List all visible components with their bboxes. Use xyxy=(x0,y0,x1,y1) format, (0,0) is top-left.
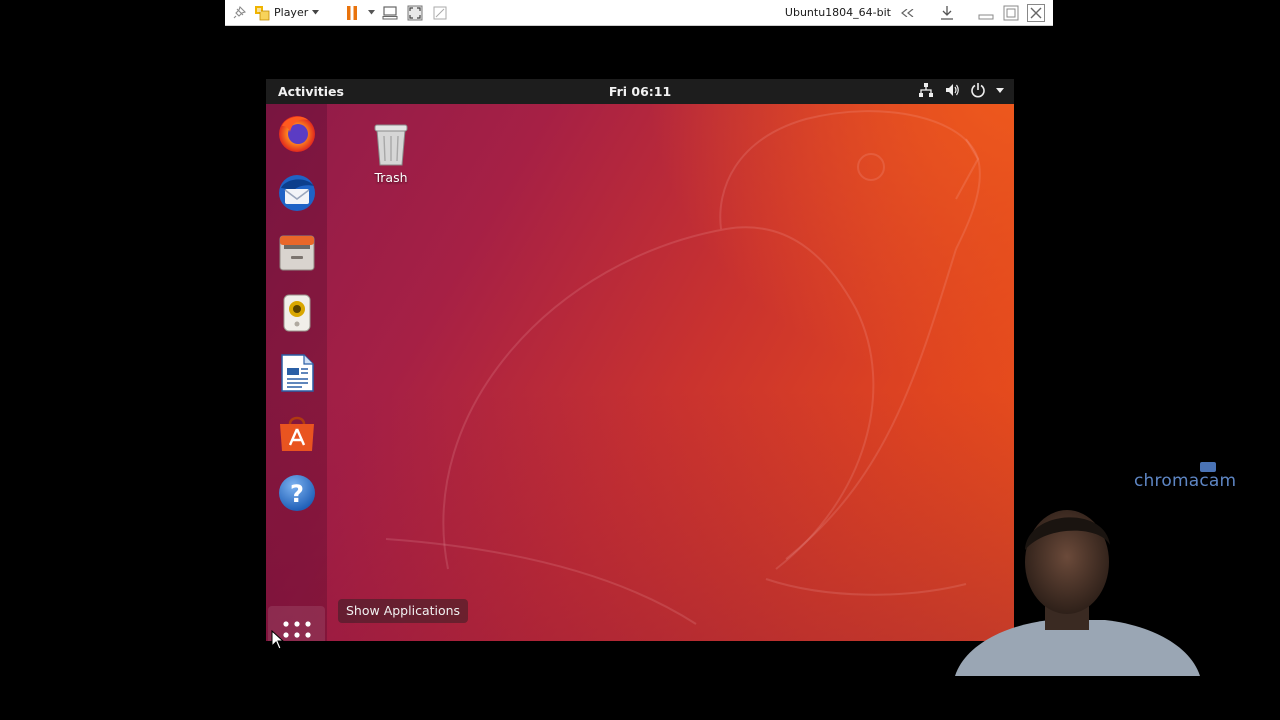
close-icon xyxy=(1027,3,1045,22)
screen: Player Ubuntu1804_64-bit Activities Fri … xyxy=(0,0,1280,720)
desktop-icon-label: Trash xyxy=(374,170,408,185)
activities-button[interactable]: Activities xyxy=(278,84,344,99)
webcam-presenter xyxy=(955,510,1200,676)
clock-container: Fri 06:11 xyxy=(266,84,1014,99)
files-icon xyxy=(279,235,315,271)
double-chevron-left-icon xyxy=(901,8,914,17)
maximize-icon xyxy=(1003,5,1019,20)
help-icon: ? xyxy=(279,475,315,511)
dock-item-firefox[interactable] xyxy=(275,111,319,155)
minimize-icon xyxy=(978,14,994,19)
network-icon xyxy=(919,83,933,97)
fullscreen-icon xyxy=(407,5,423,20)
close-button[interactable] xyxy=(1025,2,1047,24)
monitor-keyboard-icon xyxy=(382,5,398,19)
dock-item-writer[interactable] xyxy=(275,351,319,395)
pause-button[interactable] xyxy=(341,2,363,24)
power-icon xyxy=(971,83,985,98)
mouse-pointer-icon xyxy=(271,630,285,650)
thunderbird-icon xyxy=(279,175,315,211)
watermark-text: chromacam xyxy=(1134,471,1237,491)
desktop-icon-trash[interactable]: Trash xyxy=(366,121,416,185)
removable-devices-button[interactable] xyxy=(936,2,958,24)
volume-icon xyxy=(946,84,959,96)
player-menu-button[interactable]: Player xyxy=(254,2,320,24)
system-tray-menu[interactable] xyxy=(918,82,1004,98)
pin-icon[interactable] xyxy=(228,2,250,24)
toolbar-right: Ubuntu1804_64-bit xyxy=(785,0,1053,26)
pause-dropdown-button[interactable] xyxy=(366,2,376,24)
unity-mode-button[interactable] xyxy=(429,2,451,24)
fullscreen-button[interactable] xyxy=(404,2,426,24)
dock-item-files[interactable] xyxy=(275,231,319,275)
dock-item-help[interactable]: ? xyxy=(275,471,319,515)
pause-icon xyxy=(347,5,358,20)
ubuntu-desktop[interactable]: Activities Fri 06:11 ? Show Applications… xyxy=(266,79,1014,641)
dock-item-thunderbird[interactable] xyxy=(275,171,319,215)
trash-icon xyxy=(374,124,408,166)
download-icon xyxy=(941,5,953,20)
rhythmbox-icon xyxy=(283,294,311,332)
unity-icon xyxy=(433,6,447,19)
dock-item-rhythmbox[interactable] xyxy=(275,291,319,335)
svg-text:?: ? xyxy=(290,480,304,508)
send-ctrl-alt-del-button[interactable] xyxy=(379,2,401,24)
dock: ? xyxy=(266,104,327,641)
minimize-button[interactable] xyxy=(975,2,997,24)
vmware-toolbar: Player Ubuntu1804_64-bit xyxy=(225,0,1053,26)
collapse-toolbar-button[interactable] xyxy=(897,2,919,24)
gnome-topbar: Activities Fri 06:11 xyxy=(266,79,1014,104)
chevron-down-icon xyxy=(996,87,1004,93)
show-applications-tooltip: Show Applications xyxy=(338,599,469,623)
software-icon xyxy=(280,416,314,451)
player-menu-label: Player xyxy=(274,6,309,19)
player-logo-icon xyxy=(255,5,270,20)
dock-item-software[interactable] xyxy=(275,411,319,455)
vm-name: Ubuntu1804_64-bit xyxy=(784,6,891,19)
writer-icon xyxy=(281,354,314,392)
maximize-button[interactable] xyxy=(1000,2,1022,24)
chevron-down-icon xyxy=(312,10,320,15)
firefox-icon xyxy=(279,116,315,152)
clock[interactable]: Fri 06:11 xyxy=(609,84,671,99)
chevron-down-icon xyxy=(367,10,375,15)
